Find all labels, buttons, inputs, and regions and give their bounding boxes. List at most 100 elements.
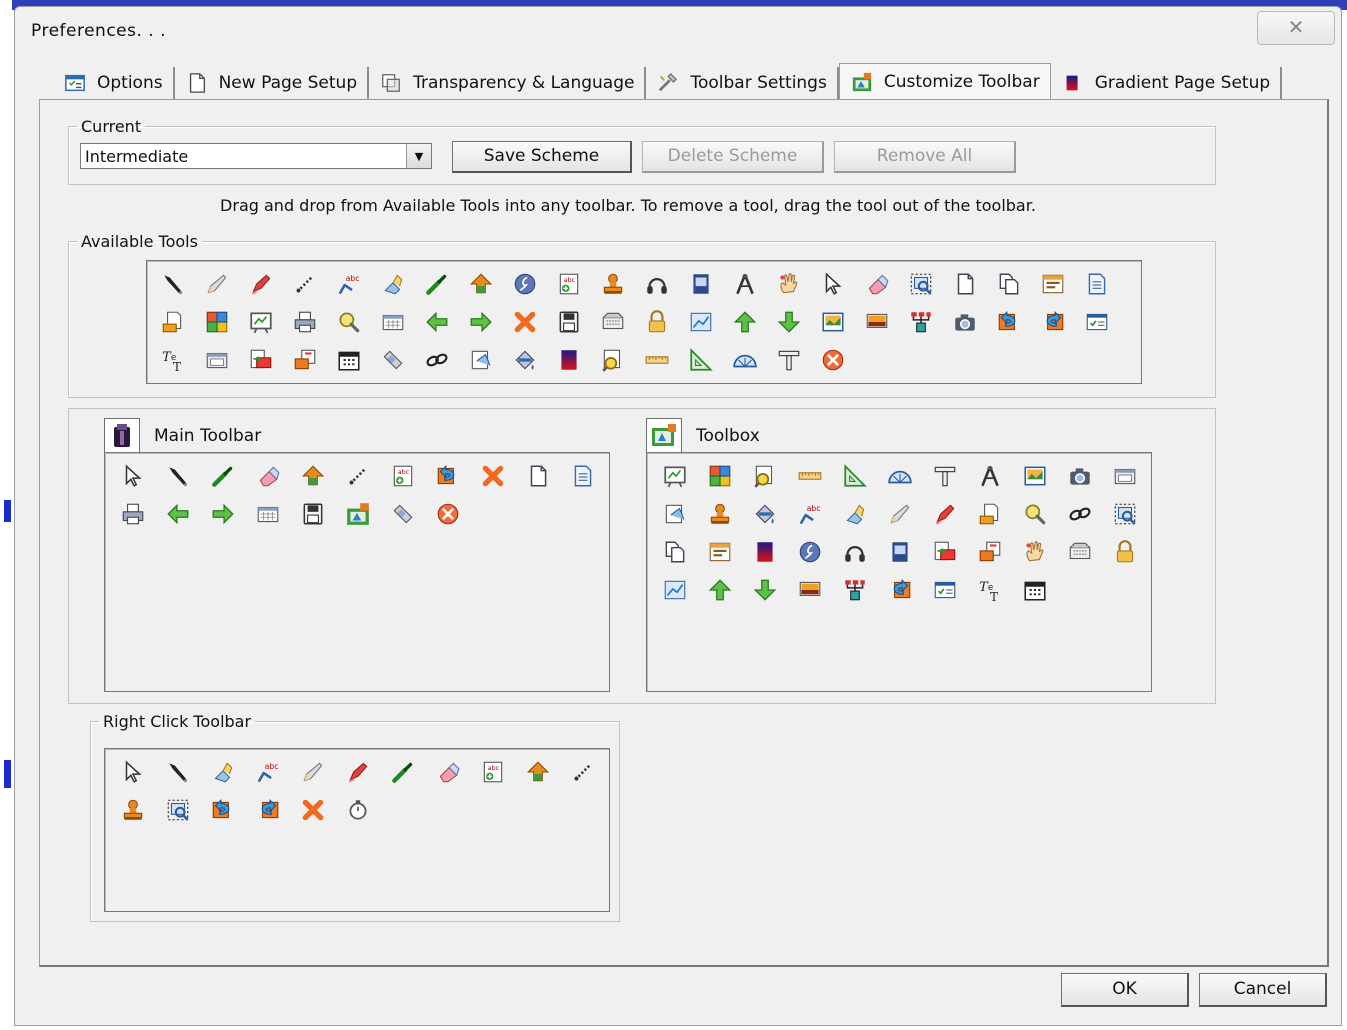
- window2-icon[interactable]: [1103, 457, 1147, 495]
- tab-new-page-setup[interactable]: New Page Setup: [175, 67, 370, 99]
- redo-icon[interactable]: [1031, 303, 1075, 341]
- magnifier2-icon[interactable]: [743, 457, 787, 495]
- triangle-icon[interactable]: [833, 457, 877, 495]
- keyboard2-icon[interactable]: [591, 303, 635, 341]
- image-icon[interactable]: [811, 303, 855, 341]
- toolbox-icon[interactable]: [336, 495, 380, 533]
- hand-icon[interactable]: [1013, 533, 1057, 571]
- down-icon[interactable]: [767, 303, 811, 341]
- delete-icon[interactable]: [291, 791, 335, 829]
- ruler-icon[interactable]: [788, 457, 832, 495]
- spell-page-icon[interactable]: abc: [471, 753, 515, 791]
- slideshow-icon[interactable]: [788, 571, 832, 609]
- eraser-icon[interactable]: [855, 265, 899, 303]
- marker-icon[interactable]: [415, 265, 459, 303]
- delete-icon[interactable]: [503, 303, 547, 341]
- import-icon[interactable]: [923, 533, 967, 571]
- close-icon[interactable]: [811, 341, 855, 379]
- line-icon[interactable]: [283, 265, 327, 303]
- document-icon[interactable]: [561, 457, 605, 495]
- line-icon[interactable]: [561, 753, 605, 791]
- arrow-shape-icon[interactable]: [291, 457, 335, 495]
- compass-icon[interactable]: [723, 265, 767, 303]
- back-icon[interactable]: [415, 303, 459, 341]
- redo-icon[interactable]: [878, 571, 922, 609]
- redo-icon[interactable]: [246, 791, 290, 829]
- pen-icon[interactable]: [151, 265, 195, 303]
- save-icon[interactable]: [547, 303, 591, 341]
- magnifier2-icon[interactable]: [591, 341, 635, 379]
- screen-capture-icon[interactable]: [1103, 495, 1147, 533]
- spell-page-icon[interactable]: abc: [381, 457, 425, 495]
- spell-check-icon[interactable]: abc: [788, 495, 832, 533]
- window-icon[interactable]: [878, 533, 922, 571]
- gradient-icon[interactable]: [743, 533, 787, 571]
- forward-icon[interactable]: [201, 495, 245, 533]
- export2-icon[interactable]: [968, 533, 1012, 571]
- gradient-icon[interactable]: [547, 341, 591, 379]
- link-icon[interactable]: [415, 341, 459, 379]
- keyboard-icon[interactable]: [371, 303, 415, 341]
- window-icon[interactable]: [679, 265, 723, 303]
- whiteboard-icon[interactable]: [239, 303, 283, 341]
- network-icon[interactable]: [899, 303, 943, 341]
- screen-capture-icon[interactable]: [156, 791, 200, 829]
- keyboard-icon[interactable]: [246, 495, 290, 533]
- magnifier-icon[interactable]: [1013, 495, 1057, 533]
- forward-icon[interactable]: [459, 303, 503, 341]
- t-square-icon[interactable]: [767, 341, 811, 379]
- highlighter-icon[interactable]: [239, 265, 283, 303]
- tab-customize-toolbar[interactable]: Customize Toolbar: [838, 63, 1051, 100]
- highlighter-icon[interactable]: [336, 753, 380, 791]
- export-icon[interactable]: [151, 303, 195, 341]
- export2-icon[interactable]: [283, 341, 327, 379]
- eraser-brush-icon[interactable]: [833, 495, 877, 533]
- spell-check-icon[interactable]: abc: [327, 265, 371, 303]
- window2-icon[interactable]: [195, 341, 239, 379]
- down-icon[interactable]: [743, 571, 787, 609]
- save-scheme-button[interactable]: Save Scheme: [452, 141, 632, 173]
- dropdown-arrow-icon[interactable]: ▼: [406, 144, 431, 168]
- scheme-select[interactable]: Intermediate ▼: [80, 143, 432, 169]
- checklist-icon[interactable]: [923, 571, 967, 609]
- pen-icon[interactable]: [156, 457, 200, 495]
- undo2-icon[interactable]: [653, 495, 697, 533]
- link-icon[interactable]: [1058, 495, 1102, 533]
- delete-icon[interactable]: [471, 457, 515, 495]
- spell-page-icon[interactable]: abc: [547, 265, 591, 303]
- image-icon[interactable]: [1013, 457, 1057, 495]
- spell-check-icon[interactable]: abc: [246, 753, 290, 791]
- undo-icon[interactable]: [987, 303, 1031, 341]
- network-icon[interactable]: [833, 571, 877, 609]
- flash-icon[interactable]: [788, 533, 832, 571]
- undo-icon[interactable]: [426, 457, 470, 495]
- marker-icon[interactable]: [381, 753, 425, 791]
- pen-icon[interactable]: [156, 753, 200, 791]
- copy-icon[interactable]: [987, 265, 1031, 303]
- clipboard-icon[interactable]: [195, 303, 239, 341]
- tab-transparency-language[interactable]: Transparency & Language: [369, 67, 647, 99]
- print-icon[interactable]: [283, 303, 327, 341]
- cancel-button[interactable]: Cancel: [1199, 973, 1327, 1007]
- calendar-icon[interactable]: [1031, 265, 1075, 303]
- print-icon[interactable]: [111, 495, 155, 533]
- magnifier-icon[interactable]: [327, 303, 371, 341]
- eraser-brush-icon[interactable]: [371, 265, 415, 303]
- protractor-icon[interactable]: [723, 341, 767, 379]
- screen-capture-icon[interactable]: [899, 265, 943, 303]
- clipboard-icon[interactable]: [698, 457, 742, 495]
- page-icon[interactable]: [516, 457, 560, 495]
- pointer-icon[interactable]: [111, 753, 155, 791]
- tab-toolbar-settings[interactable]: Toolbar Settings: [646, 67, 839, 99]
- camera-icon[interactable]: [1058, 457, 1102, 495]
- text-icon[interactable]: TeT: [968, 571, 1012, 609]
- slideshow-icon[interactable]: [855, 303, 899, 341]
- line-icon[interactable]: [336, 457, 380, 495]
- telephone-icon[interactable]: [381, 495, 425, 533]
- chart-icon[interactable]: [679, 303, 723, 341]
- save-icon[interactable]: [291, 495, 335, 533]
- copy-icon[interactable]: [653, 533, 697, 571]
- protractor-icon[interactable]: [878, 457, 922, 495]
- close-icon[interactable]: [426, 495, 470, 533]
- headphones-icon[interactable]: [635, 265, 679, 303]
